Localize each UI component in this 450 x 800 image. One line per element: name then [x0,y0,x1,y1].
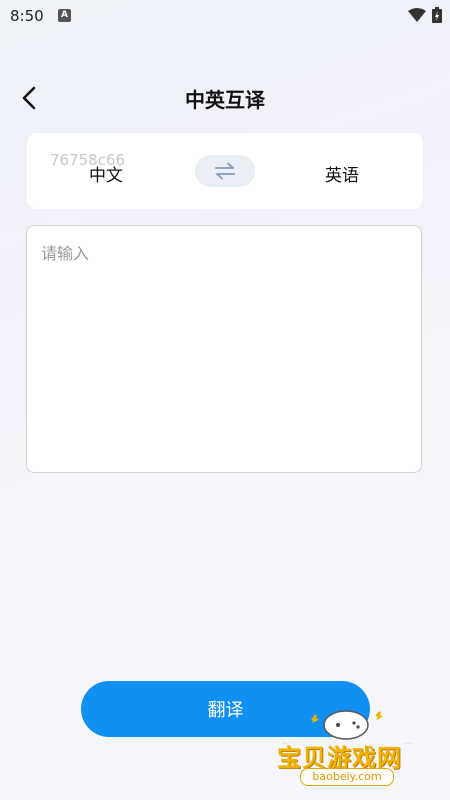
language-selector: 76758c66 中文 英语 [27,133,423,209]
battery-icon [432,7,442,23]
swap-language-button[interactable] [195,155,255,187]
status-time: 8:50 [10,7,44,25]
swap-arrows-icon [215,162,235,180]
notification-icon: A [58,9,71,22]
watermark-logo: 宝贝游戏网 baobeiy.com [272,700,422,790]
input-container [26,225,422,473]
target-language[interactable]: 英语 [325,161,359,186]
source-language[interactable]: 中文 [89,161,123,186]
translation-input[interactable] [27,226,421,472]
status-icons [408,7,442,23]
header: 中英互译 [0,78,450,118]
watermark-logo-url: baobeiy.com [300,768,394,786]
status-bar: 8:50 A [0,0,450,32]
wifi-icon [408,8,426,22]
page-title: 中英互译 [185,88,265,112]
